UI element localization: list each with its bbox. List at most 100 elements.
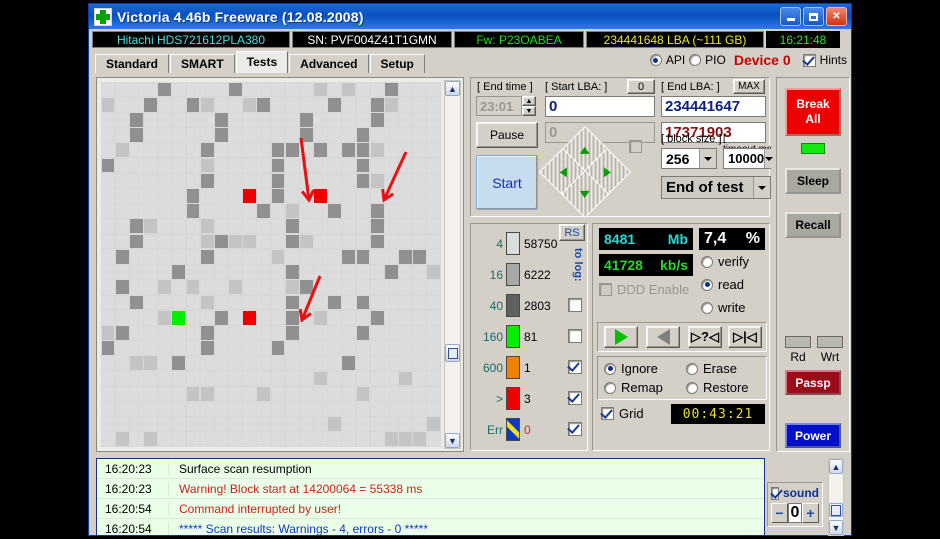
legend-log-checkbox[interactable] <box>568 298 582 312</box>
hints-checkbox[interactable] <box>802 53 816 67</box>
mode-read-row[interactable]: read <box>701 277 744 292</box>
map-cell <box>243 280 257 295</box>
end-time-field[interactable]: 23:01 <box>476 96 522 116</box>
map-cell <box>229 189 242 203</box>
close-button[interactable]: ✕ <box>826 7 847 26</box>
start-button[interactable]: Start <box>476 155 538 210</box>
read-radio[interactable] <box>701 278 713 291</box>
map-cell <box>115 128 129 143</box>
action-restore-row[interactable]: Restore <box>686 380 749 395</box>
action-remap-row[interactable]: Remap <box>604 380 663 395</box>
ignore-radio[interactable] <box>604 362 616 375</box>
log-panel[interactable]: 16:20:23 Surface scan resumption 16:20:23 W… <box>96 458 765 536</box>
recall-button[interactable]: Recall <box>785 212 841 238</box>
timeout-combo[interactable]: 10000 <box>723 148 774 169</box>
seek-random-icon[interactable]: ▷?◁ <box>688 326 722 348</box>
sound-plus-button[interactable]: + <box>802 503 819 523</box>
legend-row: 4 58750 <box>471 228 589 259</box>
start-lba-zero-button[interactable]: 0 <box>627 79 655 94</box>
map-cell <box>356 386 370 401</box>
log-row[interactable]: 16:20:23 Surface scan resumption <box>97 459 764 479</box>
chevron-down-icon[interactable] <box>753 177 770 198</box>
tab-advanced[interactable]: Advanced <box>289 54 369 73</box>
end-lba-field[interactable]: 234441647 <box>661 96 766 117</box>
tab-standard[interactable]: Standard <box>95 54 170 73</box>
sleep-button[interactable]: Sleep <box>785 168 841 194</box>
map-cell <box>129 113 143 127</box>
stats-group: 8481 Mb 7,4 % 41728 kb/s DDD Enable veri… <box>592 223 770 451</box>
restore-radio[interactable] <box>686 381 698 394</box>
log-scroll-up-icon[interactable]: ▲ <box>829 459 843 474</box>
log-scroll-thumb[interactable] <box>829 503 843 517</box>
map-scroll-thumb[interactable] <box>445 344 460 362</box>
surface-map[interactable] <box>101 82 441 447</box>
action-erase-row[interactable]: Erase <box>686 361 737 376</box>
scanned-size-unit: Mb <box>667 231 688 247</box>
remap-radio[interactable] <box>604 381 616 394</box>
sound-volume-stepper[interactable]: − 0 + <box>771 503 819 523</box>
passport-button[interactable]: Passp <box>785 370 841 395</box>
end-time-down-icon[interactable]: ▼ <box>522 106 536 116</box>
break-all-button[interactable]: Break All <box>785 88 841 136</box>
maximize-button[interactable] <box>803 7 824 26</box>
legend-log-checkbox[interactable] <box>568 422 582 436</box>
map-cell <box>328 371 342 386</box>
map-cell <box>214 280 228 295</box>
end-lba-max-button[interactable]: MAX <box>733 79 765 94</box>
pause-button[interactable]: Pause <box>476 122 538 148</box>
log-scroll-down-icon[interactable]: ▼ <box>829 520 843 535</box>
legend-log-checkbox[interactable] <box>568 391 582 405</box>
log-scrollbar[interactable]: ▲ ▼ <box>828 458 844 536</box>
map-cell <box>299 189 313 203</box>
mode-write-row[interactable]: write <box>701 300 745 315</box>
legend-color-swatch <box>506 356 520 379</box>
legend-log-checkbox[interactable] <box>568 360 582 374</box>
grid-toggle-row[interactable]: Grid <box>601 406 644 421</box>
sound-checkbox[interactable] <box>771 486 779 500</box>
block-size-combo[interactable]: 256 <box>661 148 717 169</box>
power-button[interactable]: Power <box>785 423 841 448</box>
end-time-up-icon[interactable]: ▲ <box>522 96 536 106</box>
log-row[interactable]: 16:20:23 Warning! Block start at 14200064… <box>97 479 764 499</box>
action-ignore-row[interactable]: Ignore <box>604 361 658 376</box>
map-cell <box>186 386 200 401</box>
map-cell <box>427 128 441 143</box>
map-scroll-up-icon[interactable]: ▲ <box>445 81 460 96</box>
tab-bar: Standard SMART Tests Advanced Setup API … <box>89 51 851 73</box>
ddd-enable-checkbox[interactable] <box>599 283 612 296</box>
verify-radio[interactable] <box>701 255 713 268</box>
map-cell <box>427 173 441 188</box>
tab-tests[interactable]: Tests <box>235 51 289 73</box>
tab-smart[interactable]: SMART <box>170 54 235 73</box>
map-cell <box>158 143 172 158</box>
legend-log-checkbox[interactable] <box>568 329 582 343</box>
map-cell <box>413 234 427 249</box>
erase-radio[interactable] <box>686 362 698 375</box>
map-cell <box>101 325 115 340</box>
play-forward-icon[interactable] <box>604 326 638 348</box>
log-row[interactable]: 16:20:54 ***** Scan results: Warnings - 4… <box>97 519 764 535</box>
tab-setup[interactable]: Setup <box>369 54 425 73</box>
log-row[interactable]: 16:20:54 Command interrupted by user! <box>97 499 764 519</box>
chevron-down-icon[interactable] <box>699 149 716 168</box>
play-reverse-icon[interactable] <box>646 326 680 348</box>
mode-verify-row[interactable]: verify <box>701 254 749 269</box>
navigation-dpad[interactable] <box>538 125 632 219</box>
map-scroll-down-icon[interactable]: ▼ <box>445 433 460 448</box>
api-radio[interactable] <box>649 54 662 66</box>
write-radio[interactable] <box>701 301 713 314</box>
sound-minus-button[interactable]: − <box>771 503 788 523</box>
chevron-down-icon[interactable] <box>764 149 774 168</box>
grid-checkbox[interactable] <box>601 407 614 420</box>
pio-radio[interactable] <box>689 54 702 66</box>
dpad-enable-checkbox[interactable] <box>629 140 642 153</box>
map-cell <box>172 158 186 173</box>
seek-end-icon[interactable]: ▷|◁ <box>728 326 762 348</box>
ddd-enable-row[interactable]: DDD Enable <box>599 282 689 297</box>
start-lba-field[interactable]: 0 <box>545 96 655 117</box>
map-cell <box>186 295 200 310</box>
end-action-combo[interactable]: End of test <box>661 176 771 199</box>
map-scrollbar[interactable]: ▲ ▼ <box>444 80 461 449</box>
ignore-label: Ignore <box>621 361 658 376</box>
minimize-button[interactable] <box>780 7 801 26</box>
